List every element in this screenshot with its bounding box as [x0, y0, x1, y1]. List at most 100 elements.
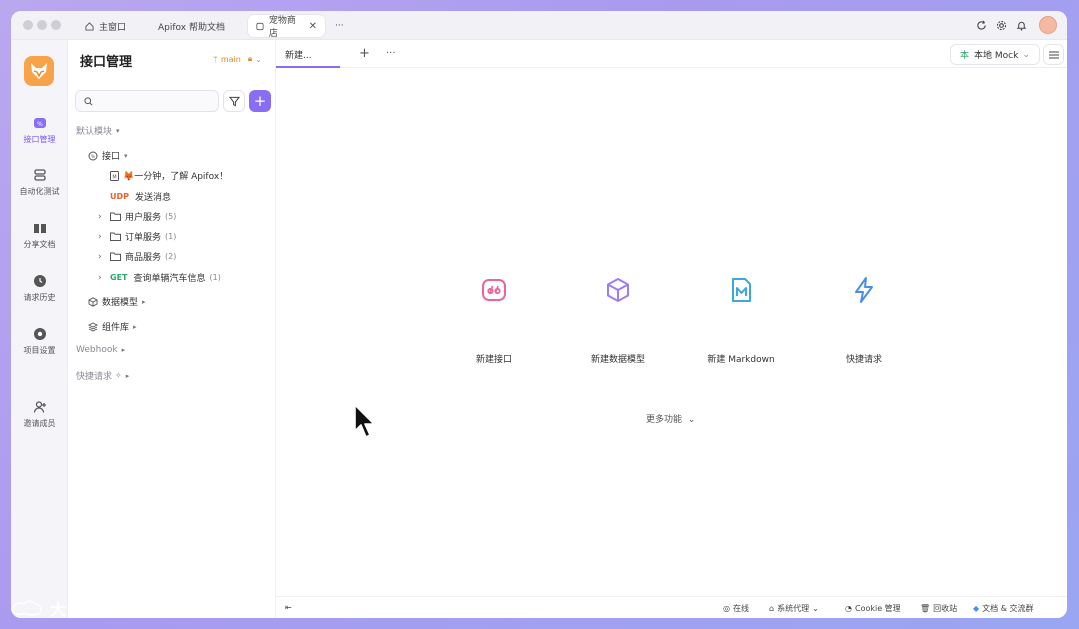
rail-label: 自动化测试	[19, 187, 60, 196]
rail-item-automation-test[interactable]: 自动化测试	[11, 168, 68, 197]
new-markdown-action[interactable]: 新建 Markdown	[681, 276, 801, 365]
rail-item-api-management[interactable]: % 接口管理	[11, 116, 68, 145]
tree-label: 查询单辆汽车信息	[133, 274, 206, 284]
method-badge: UDP	[110, 192, 129, 201]
new-data-model-action[interactable]: 新建数据模型	[558, 276, 678, 365]
menu-button[interactable]	[1043, 44, 1064, 65]
api-icon: %	[33, 118, 46, 128]
window-minimize-button[interactable]	[37, 20, 47, 30]
action-label: 新建接口	[475, 355, 512, 365]
collapse-sidebar-icon[interactable]: ⇤	[285, 603, 292, 612]
tree-quick-request[interactable]: 快捷请求 ✧ ▸	[76, 369, 129, 382]
branch-selector[interactable]: ᛘ main 🔒︎ ⌄	[213, 54, 262, 64]
filter-button[interactable]	[223, 90, 245, 112]
user-avatar[interactable]	[1039, 16, 1057, 34]
nav-rail: % 接口管理 自动化测试 分享文档 请求历史 项目设置 邀请成员	[11, 40, 68, 618]
status-label: Cookie 管理	[854, 604, 901, 613]
book-icon	[33, 224, 46, 233]
tree-folder-product-service[interactable]: › 商品服务 (2)	[98, 250, 176, 264]
markdown-doc-icon: M	[110, 170, 119, 181]
tree-label: 快捷请求	[76, 372, 113, 382]
app-window: 主窗口 Apifox 帮助文档 宠物商店 ✕ ··· % 接口管理 自动化测试 …	[11, 11, 1067, 618]
close-icon[interactable]: ✕	[309, 21, 317, 32]
lock-icon: 🔒︎	[247, 54, 253, 63]
action-label: 新建数据模型	[590, 355, 645, 365]
tab-new-document[interactable]: 新建...	[276, 40, 340, 68]
api-tree-panel: 接口管理 ᛘ main 🔒︎ ⌄ + 默认模块 ▾ % 接口 ▾ M 🦊一分钟，了解…	[68, 40, 276, 618]
app-logo	[24, 56, 54, 86]
tree-doc-item[interactable]: M 🦊一分钟，了解 Apifox！	[110, 169, 228, 182]
window-zoom-button[interactable]	[51, 20, 61, 30]
recycle-bin[interactable]: 🗑︎ 回收站	[920, 603, 957, 614]
svg-text:%: %	[91, 154, 96, 160]
search-input[interactable]	[75, 90, 219, 112]
mouse-cursor-icon	[354, 404, 375, 438]
rail-item-shared-docs[interactable]: 分享文档	[11, 221, 68, 250]
info-icon: ✧	[115, 371, 122, 380]
chevron-right-icon: ›	[98, 211, 102, 222]
cube-icon	[88, 296, 98, 307]
online-status[interactable]: ◎ 在线	[723, 603, 749, 614]
tab-main-window[interactable]: 主窗口	[77, 15, 134, 37]
home-icon	[85, 21, 94, 31]
tree-default-module[interactable]: 默认模块 ▾	[76, 124, 120, 138]
fox-logo-icon	[31, 63, 47, 79]
status-label: 文档 & 交流群	[982, 604, 1034, 613]
action-label: 新建 Markdown	[707, 355, 775, 365]
tree-webhook[interactable]: Webhook ▸	[76, 345, 125, 355]
tree-label: 商品服务	[125, 253, 162, 263]
branch-icon: ᛘ	[213, 54, 218, 64]
main-area: 新建... + ··· 本 本地 Mock ⌄ 新建接口 新建数据模型 新建 M…	[276, 40, 1067, 618]
api-folder-icon: %	[88, 151, 98, 160]
environment-select[interactable]: 本 本地 Mock ⌄	[950, 44, 1040, 65]
chevron-down-icon: ⌄	[1022, 49, 1030, 60]
svg-text:%: %	[37, 121, 43, 128]
rail-item-project-settings[interactable]: 项目设置	[11, 327, 68, 356]
svg-text:M: M	[112, 174, 116, 180]
more-features-label: 更多功能	[646, 415, 683, 425]
system-proxy-menu[interactable]: ⌂ 系统代理 ⌄	[769, 603, 819, 614]
more-features-button[interactable]: 更多功能 ⌄	[646, 412, 695, 425]
status-label: 系统代理	[777, 604, 810, 613]
tree-folder-user-service[interactable]: › 用户服务 (5)	[98, 210, 177, 224]
tab-pet-store[interactable]: 宠物商店 ✕	[248, 15, 325, 39]
rail-label: 邀请成员	[23, 419, 56, 428]
panel-title: 接口管理	[80, 55, 133, 70]
more-tabs-button[interactable]: ···	[327, 15, 352, 37]
lightning-icon	[855, 277, 873, 303]
new-api-action[interactable]: 新建接口	[434, 276, 554, 365]
refresh-icon[interactable]	[973, 17, 989, 33]
tree-label: 发送消息	[135, 193, 172, 203]
branch-name: main	[220, 54, 241, 64]
search-icon	[84, 97, 93, 106]
api-icon	[482, 279, 506, 301]
docs-community[interactable]: ◆ 文档 & 交流群	[973, 603, 1033, 614]
watermark-text: 大数跨境	[50, 600, 119, 619]
quick-request-action[interactable]: 快捷请求	[804, 276, 924, 365]
tree-label: 订单服务	[125, 233, 162, 243]
rail-item-invite-members[interactable]: 邀请成员	[11, 400, 68, 429]
hamburger-icon	[1048, 50, 1059, 59]
tree-interfaces[interactable]: % 接口 ▾	[88, 149, 128, 162]
tree-get-car-info[interactable]: › GET 查询单辆汽车信息 (1)	[98, 271, 221, 285]
tree-udp-item[interactable]: UDP 发送消息	[110, 190, 171, 203]
gear-icon[interactable]	[993, 17, 1009, 33]
tree-data-models[interactable]: 数据模型 ▸	[88, 295, 146, 308]
more-tabs-menu-button[interactable]: ···	[386, 48, 396, 59]
automation-icon	[33, 169, 46, 181]
document-tab-strip: 新建... + ··· 本 本地 Mock ⌄	[276, 40, 1067, 68]
bell-icon[interactable]	[1013, 17, 1029, 33]
rail-label: 项目设置	[23, 346, 56, 355]
settings-icon	[33, 328, 46, 340]
add-tab-button[interactable]: +	[359, 46, 370, 61]
tab-help-docs[interactable]: Apifox 帮助文档	[150, 15, 233, 37]
add-button[interactable]: +	[249, 90, 271, 112]
window-close-button[interactable]	[23, 20, 33, 30]
tree-components[interactable]: 组件库 ▸	[88, 320, 137, 333]
project-icon	[256, 22, 264, 30]
tree-count: (5)	[165, 212, 177, 221]
tree-folder-order-service[interactable]: › 订单服务 (1)	[98, 230, 176, 244]
rail-item-request-history[interactable]: 请求历史	[11, 274, 68, 303]
tree-label: 接口	[102, 152, 121, 162]
cookie-manager[interactable]: ◔ Cookie 管理	[845, 603, 901, 614]
